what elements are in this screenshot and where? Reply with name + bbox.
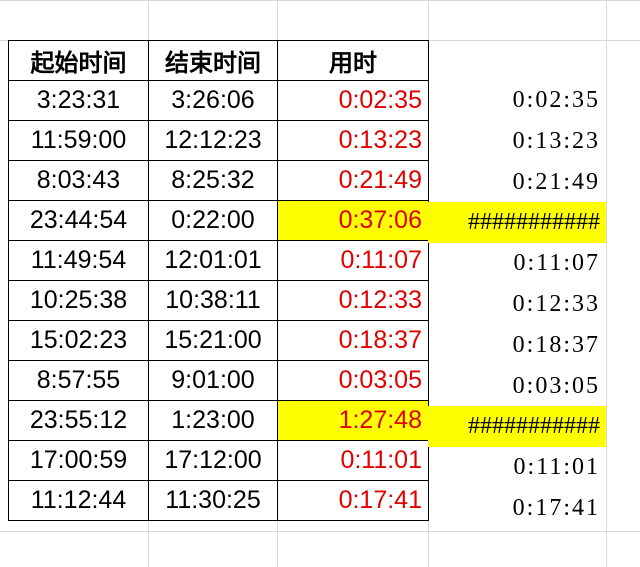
end-time-cell[interactable]: 15:21:00	[148, 320, 278, 361]
table-row: 3:23:31 3:26:06 0:02:35	[8, 80, 429, 121]
end-time-cell[interactable]: 10:38:11	[148, 280, 278, 321]
start-time-cell[interactable]: 23:44:54	[8, 200, 149, 241]
duration-cell[interactable]: 0:11:01	[277, 440, 429, 481]
start-time-cell[interactable]: 10:25:38	[8, 280, 149, 321]
formatted-duration-cell[interactable]: ###########	[428, 406, 606, 448]
duration-cell[interactable]: 1:27:48	[277, 400, 429, 441]
start-time-cell[interactable]: 17:00:59	[8, 440, 149, 481]
start-time-cell[interactable]: 11:59:00	[8, 120, 149, 161]
end-time-cell[interactable]: 17:12:00	[148, 440, 278, 481]
end-time-cell[interactable]: 9:01:00	[148, 360, 278, 401]
end-time-cell[interactable]: 12:01:01	[148, 240, 278, 281]
duration-cell[interactable]: 0:18:37	[277, 320, 429, 361]
duration-cell[interactable]: 0:13:23	[277, 120, 429, 161]
duration-cell[interactable]: 0:17:41	[277, 480, 429, 521]
duration-cell[interactable]: 0:03:05	[277, 360, 429, 401]
table-row: 11:12:44 11:30:25 0:17:41	[8, 480, 429, 521]
formatted-duration-cell[interactable]: 0:12:33	[428, 284, 606, 325]
formatted-duration-cell[interactable]: 0:02:35	[428, 80, 606, 121]
formatted-duration-cell[interactable]: 0:17:41	[428, 488, 606, 529]
duration-cell[interactable]: 0:11:07	[277, 240, 429, 281]
header-start-time[interactable]: 起始时间	[8, 40, 149, 81]
formatted-duration-cell[interactable]: 0:11:01	[428, 447, 606, 488]
table-row: 8:57:55 9:01:00 0:03:05	[8, 360, 429, 401]
formatted-duration-cell[interactable]: 0:03:05	[428, 366, 606, 407]
gridline-horizontal	[0, 531, 640, 532]
time-table: 起始时间 结束时间 用时 3:23:31 3:26:06 0:02:35 11:59:…	[8, 40, 429, 521]
table-row: 8:03:43 8:25:32 0:21:49	[8, 160, 429, 201]
end-time-cell[interactable]: 1:23:00	[148, 400, 278, 441]
start-time-cell[interactable]: 3:23:31	[8, 80, 149, 121]
start-time-cell[interactable]: 11:49:54	[8, 240, 149, 281]
table-row: 11:59:00 12:12:23 0:13:23	[8, 120, 429, 161]
end-time-cell[interactable]: 11:30:25	[148, 480, 278, 521]
gridline-horizontal	[0, 0, 640, 1]
formatted-duration-cell[interactable]: 0:11:07	[428, 243, 606, 284]
formatted-duration-cell[interactable]: 0:13:23	[428, 121, 606, 162]
start-time-cell[interactable]: 8:57:55	[8, 360, 149, 401]
start-time-cell[interactable]: 8:03:43	[8, 160, 149, 201]
start-time-cell[interactable]: 11:12:44	[8, 480, 149, 521]
header-end-time[interactable]: 结束时间	[148, 40, 278, 81]
end-time-cell[interactable]: 3:26:06	[148, 80, 278, 121]
table-row: 23:44:54 0:22:00 0:37:06	[8, 200, 429, 241]
formatted-duration-cell[interactable]: 0:18:37	[428, 325, 606, 366]
formatted-duration-column: 0:02:35 0:13:23 0:21:49 ########### 0:11:07 0…	[428, 80, 606, 529]
header-row: 起始时间 结束时间 用时	[8, 40, 429, 81]
header-duration[interactable]: 用时	[277, 40, 429, 81]
gridline-vertical	[606, 0, 607, 567]
formatted-duration-cell[interactable]: 0:21:49	[428, 162, 606, 203]
formatted-duration-cell[interactable]: ###########	[428, 202, 606, 244]
start-time-cell[interactable]: 23:55:12	[8, 400, 149, 441]
table-row: 10:25:38 10:38:11 0:12:33	[8, 280, 429, 321]
table-row: 23:55:12 1:23:00 1:27:48	[8, 400, 429, 441]
start-time-cell[interactable]: 15:02:23	[8, 320, 149, 361]
duration-cell[interactable]: 0:37:06	[277, 200, 429, 241]
end-time-cell[interactable]: 0:22:00	[148, 200, 278, 241]
duration-cell[interactable]: 0:02:35	[277, 80, 429, 121]
table-row: 17:00:59 17:12:00 0:11:01	[8, 440, 429, 481]
end-time-cell[interactable]: 8:25:32	[148, 160, 278, 201]
duration-cell[interactable]: 0:12:33	[277, 280, 429, 321]
duration-cell[interactable]: 0:21:49	[277, 160, 429, 201]
table-row: 15:02:23 15:21:00 0:18:37	[8, 320, 429, 361]
table-row: 11:49:54 12:01:01 0:11:07	[8, 240, 429, 281]
end-time-cell[interactable]: 12:12:23	[148, 120, 278, 161]
